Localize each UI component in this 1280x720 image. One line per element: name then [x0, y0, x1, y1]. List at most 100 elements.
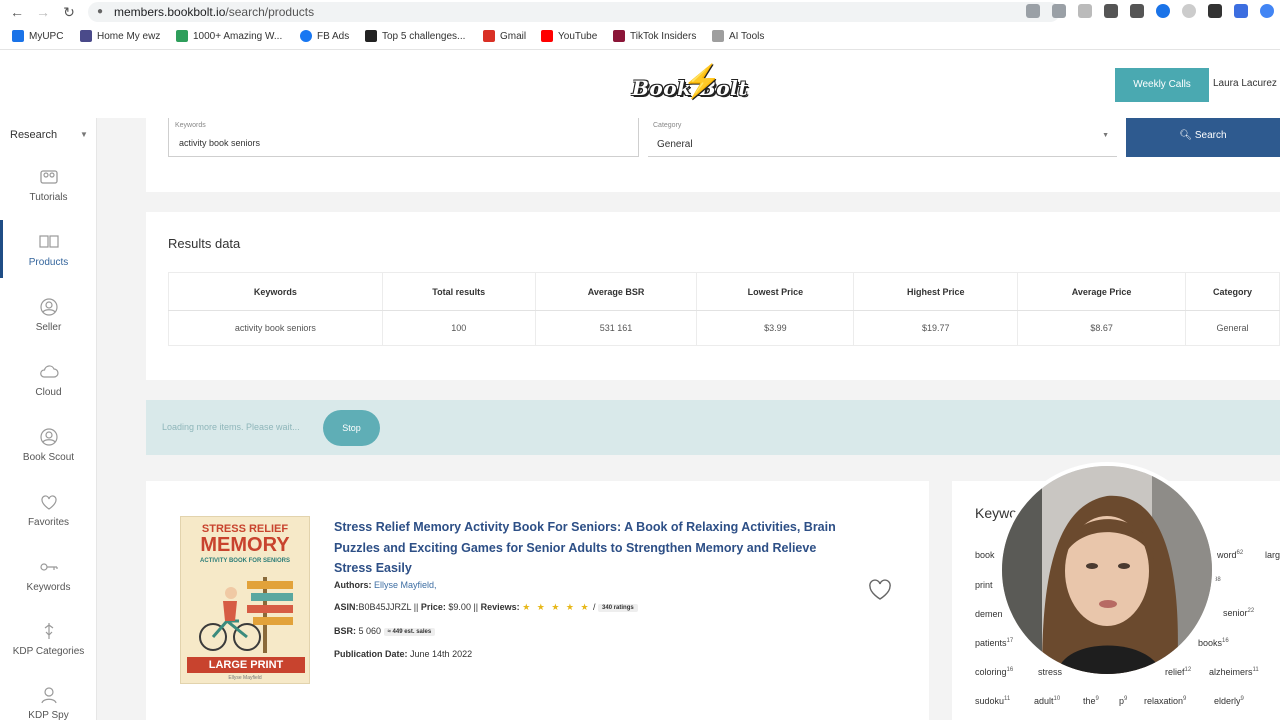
bookbolt-logo[interactable]: Book Bolt ⚡ — [632, 62, 750, 108]
user-name[interactable]: Laura Lacurez — [1213, 78, 1277, 89]
url-path: /search/products — [225, 5, 315, 19]
keyword-tag[interactable]: elderly9 — [1214, 696, 1244, 706]
keyword-tag[interactable]: senior22 — [1223, 608, 1254, 618]
forward-arrow-icon[interactable]: → — [34, 3, 52, 21]
bookmark-icon — [365, 30, 377, 42]
keyword-tag[interactable]: relief12 — [1165, 667, 1191, 677]
column-header[interactable]: Category — [1185, 272, 1280, 311]
bookmark-amazing[interactable]: 1000+ Amazing W... — [176, 30, 282, 42]
category-select[interactable]: Category General ▼ — [648, 118, 1117, 157]
results-table: Keywords Total results Average BSR Lowes… — [168, 272, 1280, 346]
sidebar-item-keywords[interactable]: Keywords — [0, 556, 97, 614]
keyword-tag[interactable]: alzheimers11 — [1209, 667, 1259, 677]
sidebar-item-cloud[interactable]: Cloud — [0, 361, 97, 419]
keyword-tag[interactable]: print — [975, 580, 993, 590]
bookmark-youtube[interactable]: YouTube — [541, 30, 597, 42]
keywords-input[interactable]: Keywords activity book seniors — [168, 118, 639, 157]
reload-icon[interactable]: ↻ — [60, 3, 78, 21]
extension-icon[interactable] — [1156, 4, 1170, 18]
bookmark-myupc[interactable]: MyUPC — [12, 30, 63, 42]
keyword-tag[interactable]: coloring16 — [975, 667, 1013, 677]
table-cell: General — [1185, 310, 1280, 346]
product-title-link[interactable]: Stress Relief Memory Activity Book For S… — [334, 517, 854, 579]
url-domain: members.bookbolt.io — [114, 5, 226, 19]
keyword-tag[interactable]: book — [975, 550, 995, 560]
results-title: Results data — [168, 236, 241, 251]
keyword-tag[interactable]: large — [1265, 550, 1280, 560]
keyword-tag[interactable]: relaxation9 — [1144, 696, 1186, 706]
gmail-icon — [483, 30, 495, 42]
extension-icon[interactable] — [1182, 4, 1196, 18]
product-details: ASIN:B0B45JJRZL || Price: $9.00 || Revie… — [334, 602, 638, 613]
keyword-tag[interactable]: word62 — [1217, 550, 1243, 560]
table-cell: 100 — [381, 310, 536, 346]
heart-icon — [38, 491, 60, 513]
cover-illustration — [199, 577, 293, 653]
keyword-tag[interactable]: patients17 — [975, 638, 1013, 648]
keyword-tag[interactable]: p9 — [1119, 696, 1127, 706]
bookmark-ai-tools[interactable]: AI Tools — [712, 30, 764, 42]
bookmark-ewz[interactable]: Home My ewz — [80, 30, 160, 42]
search-button-label: Search — [1194, 130, 1227, 141]
keyword-tag[interactable]: books16 — [1198, 638, 1229, 648]
spy-icon — [38, 684, 60, 706]
book-scout-icon — [38, 426, 60, 448]
product-bsr: BSR: 5 060 ≈ 449 est. sales — [334, 626, 436, 636]
search-button[interactable]: 🔍︎ Search — [1126, 118, 1280, 157]
column-header[interactable]: Total results — [381, 272, 536, 311]
extension-icon[interactable] — [1208, 4, 1222, 18]
category-label: Category — [653, 122, 682, 129]
sidebar-item-favorites[interactable]: Favorites — [0, 491, 97, 549]
sidebar-item-products[interactable]: Products — [0, 231, 97, 289]
bookmark-icon — [80, 30, 92, 42]
back-arrow-icon[interactable]: ← — [8, 3, 26, 21]
address-bar[interactable]: ● members.bookbolt.io/search/products — [88, 2, 1060, 22]
sidebar: Research ▼ Tutorials Products Seller Clo… — [0, 118, 97, 720]
keyword-tag[interactable]: demen — [975, 609, 1003, 619]
sidebar-item-kdp-categories[interactable]: KDP Categories — [0, 620, 97, 678]
weekly-calls-button[interactable]: Weekly Calls — [1115, 68, 1209, 102]
asin-value[interactable]: B0B45JJRZL — [359, 602, 412, 612]
keyword-tag[interactable]: sudoku11 — [975, 696, 1010, 706]
keywords-label: Keywords — [175, 122, 206, 129]
cover-author: Ellyse Mayfield — [228, 675, 262, 681]
author-link[interactable]: Ellyse Mayfield, — [374, 580, 437, 590]
sidebar-item-tutorials[interactable]: Tutorials — [0, 166, 97, 224]
share-icon[interactable] — [1026, 4, 1040, 18]
extension-icon[interactable] — [1078, 4, 1092, 18]
bookmark-gmail[interactable]: Gmail — [483, 30, 526, 42]
book-cover-image[interactable]: STRESS RELIEF MEMORY ACTIVITY BOOK FOR S… — [180, 516, 310, 684]
keyword-tag[interactable]: adult10 — [1034, 696, 1060, 706]
column-header[interactable]: Average BSR — [534, 272, 698, 311]
star-icon[interactable] — [1052, 4, 1066, 18]
extension-icon[interactable] — [1234, 4, 1248, 18]
table-cell: 531 161 — [534, 310, 698, 346]
column-header[interactable]: Keywords — [168, 272, 383, 311]
stop-button[interactable]: Stop — [323, 410, 380, 446]
tutorials-icon — [38, 166, 60, 188]
column-header[interactable]: Average Price — [1017, 272, 1187, 311]
sidebar-item-book-scout[interactable]: Book Scout — [0, 426, 97, 484]
bsr-value: 5 060 — [358, 626, 382, 636]
bookmark-tiktok[interactable]: TikTok Insiders — [613, 30, 696, 42]
profile-icon[interactable] — [1260, 4, 1274, 18]
favorite-heart-icon[interactable] — [867, 578, 893, 602]
extension-icon[interactable] — [1104, 4, 1118, 18]
extension-icon[interactable] — [1130, 4, 1144, 18]
bookmark-challenges[interactable]: Top 5 challenges... — [365, 30, 465, 42]
column-header[interactable]: Highest Price — [853, 272, 1019, 311]
webcam-overlay — [998, 462, 1216, 678]
bookmark-fb-ads[interactable]: FB Ads — [300, 30, 349, 42]
loading-banner: Loading more items. Please wait... Stop — [146, 400, 1280, 455]
keyword-tag[interactable]: stress — [1038, 667, 1062, 677]
sidebar-item-kdp-spy[interactable]: KDP Spy — [0, 684, 97, 720]
bookmark-icon — [176, 30, 188, 42]
keyword-tag[interactable]: the9 — [1083, 696, 1099, 706]
section-select[interactable]: Research — [10, 129, 57, 141]
column-header[interactable]: Lowest Price — [696, 272, 855, 311]
app-header: Book Bolt ⚡ Weekly Calls Laura Lacurez — [0, 50, 1280, 118]
lock-icon: ● — [97, 6, 104, 17]
sidebar-item-label: Seller — [35, 322, 62, 333]
sidebar-item-seller[interactable]: Seller — [0, 296, 97, 354]
product-card: STRESS RELIEF MEMORY ACTIVITY BOOK FOR S… — [146, 481, 929, 720]
